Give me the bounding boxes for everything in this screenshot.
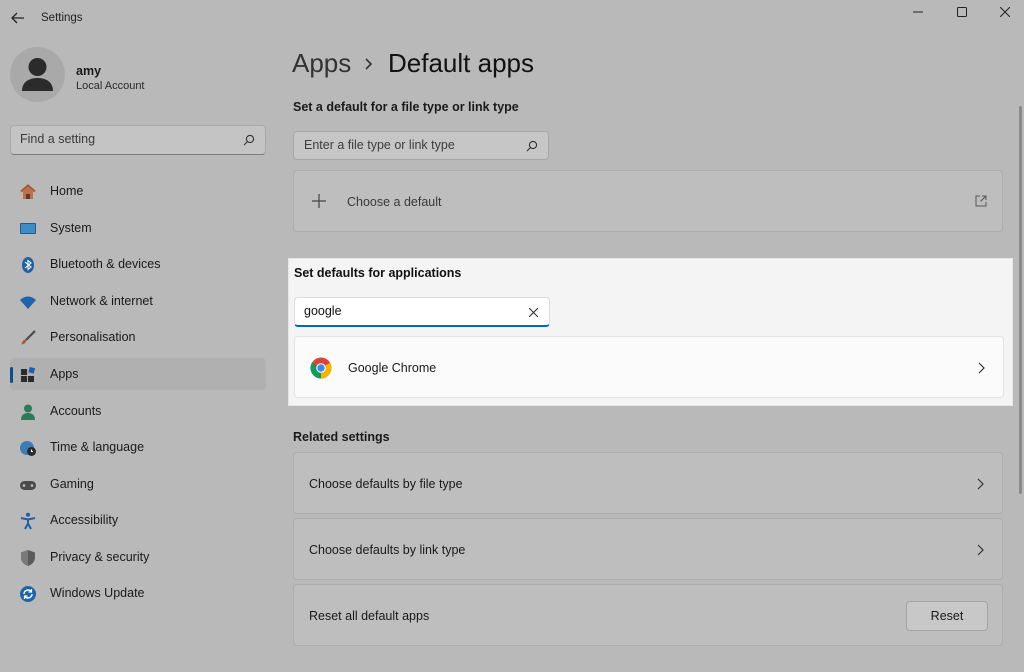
sidebar-item-accounts[interactable]: Accounts	[10, 395, 266, 427]
reset-default-apps-card: Reset all default apps Reset	[293, 584, 1003, 646]
sidebar-item-label: Accounts	[50, 404, 102, 418]
chevron-right-icon	[978, 362, 985, 374]
file-type-search-box[interactable]	[293, 131, 549, 160]
accessibility-icon	[19, 512, 37, 530]
sidebar-item-label: Windows Update	[50, 586, 145, 600]
defaults-by-link-type[interactable]: Choose defaults by link type	[293, 518, 1003, 580]
active-indicator	[10, 367, 13, 383]
sidebar-item-home[interactable]: Home	[10, 175, 266, 207]
file-type-search-input[interactable]	[304, 138, 504, 152]
app-search-box[interactable]	[294, 297, 550, 327]
sidebar-item-label: Gaming	[50, 477, 94, 491]
avatar[interactable]	[10, 47, 65, 102]
sidebar-item-label: Accessibility	[50, 513, 119, 527]
bluetooth-icon	[19, 256, 37, 274]
sidebar-item-personalisation[interactable]: Personalisation	[10, 321, 266, 353]
sidebar-item-label: Network & internet	[50, 294, 153, 308]
chevron-right-icon	[977, 544, 984, 556]
related-item-label: Reset all default apps	[309, 609, 430, 623]
sidebar-item-label: Apps	[50, 367, 79, 381]
home-icon	[19, 183, 37, 201]
sidebar-item-label: Home	[50, 184, 84, 198]
app-defaults-heading: Set defaults for applications	[294, 266, 462, 280]
choose-default-label: Choose a default	[347, 195, 442, 209]
file-type-heading: Set a default for a file type or link ty…	[293, 100, 519, 114]
chrome-icon	[310, 357, 332, 379]
breadcrumb-parent[interactable]: Apps	[292, 48, 351, 79]
related-item-label: Choose defaults by file type	[309, 477, 463, 491]
close-icon	[528, 307, 538, 317]
sidebar-item-gaming[interactable]: Gaming	[10, 468, 266, 500]
sidebar-item-label: Privacy & security	[50, 550, 150, 564]
chevron-right-icon	[977, 478, 984, 490]
sidebar-item-label: Personalisation	[50, 330, 136, 344]
minimize-icon	[913, 11, 923, 13]
sidebar-item-network[interactable]: Network & internet	[10, 285, 266, 317]
defaults-by-file-type[interactable]: Choose defaults by file type	[293, 452, 1003, 514]
user-name: amy	[76, 64, 102, 78]
reset-button[interactable]: Reset	[906, 601, 988, 631]
scrollbar[interactable]	[1019, 106, 1022, 494]
gamepad-icon	[19, 476, 37, 494]
globe-clock-icon	[19, 439, 37, 457]
shield-icon	[19, 549, 37, 567]
maximize-button[interactable]	[941, 0, 983, 24]
sidebar-item-bluetooth[interactable]: Bluetooth & devices	[10, 248, 266, 280]
sidebar-item-label: Bluetooth & devices	[50, 257, 161, 271]
search-icon	[526, 140, 538, 152]
close-icon	[1000, 7, 1010, 17]
app-result-google-chrome[interactable]: Google Chrome	[294, 336, 1004, 398]
app-defaults-panel: Set defaults for applications Google Chr…	[288, 258, 1013, 406]
back-arrow-icon	[11, 12, 24, 24]
clear-search-button[interactable]	[526, 305, 540, 319]
search-icon	[243, 134, 255, 146]
find-setting-input[interactable]	[20, 132, 235, 146]
close-button[interactable]	[984, 0, 1024, 24]
paintbrush-icon	[19, 329, 37, 347]
sidebar-item-label: System	[50, 221, 92, 235]
app-search-input[interactable]	[304, 304, 504, 318]
page-title: Default apps	[388, 48, 534, 78]
wifi-icon	[19, 293, 37, 311]
sidebar-item-windows-update[interactable]: Windows Update	[10, 577, 266, 609]
sidebar-item-accessibility[interactable]: Accessibility	[10, 504, 266, 536]
account-type: Local Account	[76, 80, 145, 92]
related-settings-heading: Related settings	[293, 430, 390, 444]
minimize-button[interactable]	[897, 0, 939, 24]
app-result-name: Google Chrome	[348, 361, 437, 375]
person-silhouette-icon	[22, 58, 53, 91]
update-icon	[19, 585, 37, 603]
app-title: Settings	[41, 12, 83, 24]
apps-icon	[19, 366, 37, 384]
sidebar-item-time-language[interactable]: Time & language	[10, 431, 266, 463]
monitor-icon	[19, 220, 37, 238]
sidebar-item-system[interactable]: System	[10, 212, 266, 244]
back-button[interactable]	[6, 6, 30, 30]
choose-default-card[interactable]: Choose a default	[293, 170, 1003, 232]
related-item-label: Choose defaults by link type	[309, 543, 466, 557]
chevron-right-icon	[365, 58, 373, 70]
person-icon	[19, 403, 37, 421]
sidebar-item-label: Time & language	[50, 440, 145, 454]
sidebar-item-apps[interactable]: Apps	[10, 358, 266, 390]
find-setting-box[interactable]	[10, 125, 266, 155]
maximize-icon	[957, 7, 967, 17]
plus-icon	[312, 194, 326, 208]
open-external-icon	[975, 195, 987, 207]
sidebar-item-privacy[interactable]: Privacy & security	[10, 541, 266, 573]
